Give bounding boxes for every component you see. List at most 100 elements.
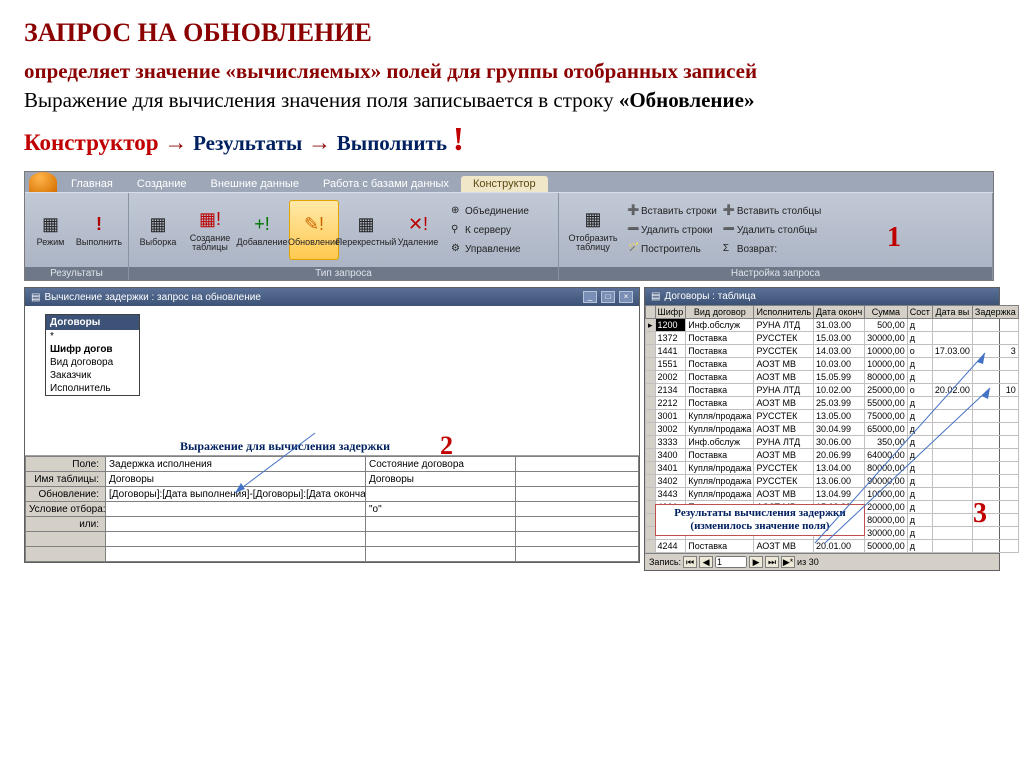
cell[interactable]: д [907, 397, 932, 410]
cell[interactable]: АОЗТ МВ [754, 423, 814, 436]
cell[interactable]: РУНА ЛТД [754, 319, 814, 332]
table-row[interactable]: 3001Купля/продажаРУССТЕК13.05.0075000,00… [646, 410, 1019, 423]
table-row[interactable]: ▸1200Инф.обслужРУНА ЛТД31.03.00500,00д [646, 319, 1019, 332]
cell[interactable] [932, 540, 972, 553]
cell[interactable] [972, 371, 1018, 384]
cell[interactable] [972, 449, 1018, 462]
crosstab-button[interactable]: ▦Перекрестный [341, 200, 391, 260]
cell[interactable]: о [907, 345, 932, 358]
select-query-button[interactable]: ▦Выборка [133, 200, 183, 260]
cell[interactable] [932, 332, 972, 345]
nav-first-button[interactable]: ⏮ [683, 556, 697, 568]
cell[interactable]: Поставка [686, 449, 754, 462]
table-window-titlebar[interactable]: ▤ Договоры : таблица [645, 288, 999, 305]
grid-cell[interactable]: Договоры [106, 472, 366, 487]
cell[interactable]: Поставка [686, 540, 754, 553]
field-item[interactable]: Исполнитель [46, 382, 139, 395]
cell[interactable]: Поставка [686, 358, 754, 371]
cell[interactable]: д [907, 358, 932, 371]
append-button[interactable]: +!Добавление [237, 200, 287, 260]
cell[interactable]: Купля/продажа [686, 475, 754, 488]
table-row[interactable]: 1372ПоставкаРУССТЕК15.03.0030000,00д [646, 332, 1019, 345]
cell[interactable] [932, 410, 972, 423]
cell[interactable]: о [907, 384, 932, 397]
delete-cols-button[interactable]: ➖Удалить столбцы [721, 221, 823, 239]
table-row[interactable]: 1551ПоставкаАОЗТ МВ10.03.0010000,00д [646, 358, 1019, 371]
cell[interactable]: 20.02.00 [932, 384, 972, 397]
cell[interactable]: 350,00 [865, 436, 908, 449]
table-row[interactable]: 2002ПоставкаАОЗТ МВ15.05.9980000,00д [646, 371, 1019, 384]
cell[interactable]: Инф.обслуж [686, 319, 754, 332]
cell[interactable]: д [907, 501, 932, 514]
cell[interactable]: 10.03.00 [814, 358, 865, 371]
cell[interactable]: д [907, 332, 932, 345]
cell[interactable]: 64000,00 [865, 449, 908, 462]
tab-create[interactable]: Создание [125, 176, 199, 192]
cell[interactable] [972, 436, 1018, 449]
datadef-button[interactable]: ⚙Управление [449, 240, 531, 258]
grid-cell[interactable] [106, 517, 366, 532]
insert-rows-button[interactable]: ➕Вставить строки [625, 202, 719, 220]
cell[interactable]: д [907, 462, 932, 475]
grid-cell[interactable] [516, 457, 639, 472]
cell[interactable]: 4244 [655, 540, 686, 553]
passthrough-button[interactable]: ⚲К серверу [449, 221, 531, 239]
cell[interactable] [932, 527, 972, 540]
cell[interactable]: 20000,00 [865, 501, 908, 514]
field-item[interactable]: * [46, 330, 139, 343]
cell[interactable]: Купля/продажа [686, 423, 754, 436]
cell[interactable]: 90000,00 [865, 475, 908, 488]
cell[interactable] [972, 319, 1018, 332]
tab-database[interactable]: Работа с базами данных [311, 176, 461, 192]
cell[interactable]: д [907, 423, 932, 436]
cell[interactable]: 3 [972, 345, 1018, 358]
cell[interactable]: д [907, 514, 932, 527]
cell[interactable] [972, 475, 1018, 488]
cell[interactable]: Купля/продажа [686, 488, 754, 501]
cell[interactable] [932, 319, 972, 332]
cell[interactable]: 3443 [655, 488, 686, 501]
mode-button[interactable]: ▦ Режим [29, 200, 72, 260]
cell[interactable]: РУССТЕК [754, 332, 814, 345]
cell[interactable]: д [907, 527, 932, 540]
cell[interactable]: 2002 [655, 371, 686, 384]
grid-cell[interactable]: "о" [366, 502, 516, 517]
cell[interactable]: 10000,00 [865, 345, 908, 358]
cell[interactable]: д [907, 436, 932, 449]
cell[interactable]: 17.03.00 [932, 345, 972, 358]
cell[interactable]: 14.03.00 [814, 345, 865, 358]
column-header[interactable]: Шифр [655, 306, 686, 319]
table-row[interactable]: 1441ПоставкаРУССТЕК14.03.0010000,00о17.0… [646, 345, 1019, 358]
cell[interactable]: 10000,00 [865, 358, 908, 371]
cell[interactable]: РУССТЕК [754, 345, 814, 358]
cell[interactable] [932, 449, 972, 462]
cell[interactable]: д [907, 540, 932, 553]
cell[interactable]: 30000,00 [865, 332, 908, 345]
field-item[interactable]: Вид договора [46, 356, 139, 369]
cell[interactable]: 75000,00 [865, 410, 908, 423]
return-button[interactable]: ΣВозврат: [721, 240, 823, 258]
cell[interactable]: д [907, 475, 932, 488]
cell[interactable]: 13.06.00 [814, 475, 865, 488]
cell[interactable]: АОЗТ МВ [754, 397, 814, 410]
cell[interactable]: д [907, 410, 932, 423]
table-field-list[interactable]: Договоры * Шифр догов Вид договора Заказ… [45, 314, 140, 396]
nav-last-button[interactable]: ⏭ [765, 556, 779, 568]
cell[interactable]: Поставка [686, 345, 754, 358]
cell[interactable]: АОЗТ МВ [754, 449, 814, 462]
cell[interactable] [932, 514, 972, 527]
cell[interactable]: 10 [972, 384, 1018, 397]
builder-button[interactable]: 🪄Построитель [625, 240, 719, 258]
cell[interactable] [932, 397, 972, 410]
cell[interactable]: АОЗТ МВ [754, 488, 814, 501]
column-header[interactable]: Задержка [972, 306, 1018, 319]
cell[interactable]: д [907, 488, 932, 501]
table-row[interactable]: 2212ПоставкаАОЗТ МВ25.03.9955000,00д [646, 397, 1019, 410]
cell[interactable]: Поставка [686, 384, 754, 397]
tab-design[interactable]: Конструктор [461, 176, 548, 192]
nav-record-input[interactable] [715, 556, 747, 568]
nav-new-button[interactable]: ▶* [781, 556, 795, 568]
table-row[interactable]: 3400ПоставкаАОЗТ МВ20.06.9964000,00д [646, 449, 1019, 462]
cell[interactable]: АОЗТ МВ [754, 358, 814, 371]
grid-cell[interactable] [366, 487, 516, 502]
